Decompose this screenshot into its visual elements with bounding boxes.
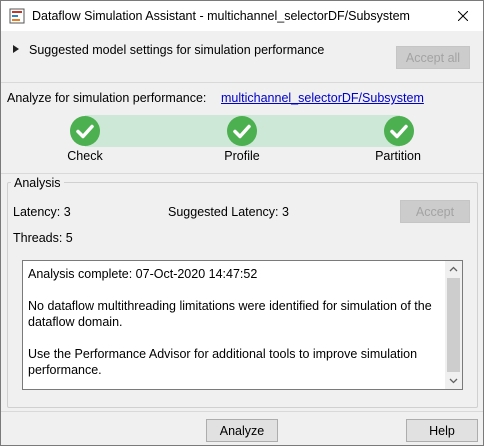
window-title: Dataflow Simulation Assistant - multicha…: [32, 9, 410, 23]
title-bar: Dataflow Simulation Assistant - multicha…: [1, 1, 483, 31]
close-icon: [458, 11, 468, 21]
analysis-message: Use the Performance Advisor for addition…: [28, 347, 418, 377]
latency-value: Latency: 3: [13, 205, 71, 219]
step-label-check: Check: [67, 149, 103, 163]
scroll-down-icon[interactable]: [449, 376, 458, 385]
partition-step-icon: [384, 116, 414, 146]
vertical-scrollbar[interactable]: [445, 261, 462, 389]
analyze-button[interactable]: Analyze: [206, 419, 278, 442]
subsystem-link[interactable]: multichannel_selectorDF/Subsystem: [221, 91, 424, 105]
analyze-label: Analyze for simulation performance:: [7, 91, 207, 105]
threads-value: Threads: 5: [13, 231, 73, 245]
step-label-partition: Partition: [375, 149, 421, 163]
matlab-app-icon: [9, 8, 25, 24]
check-step-icon: [70, 116, 100, 146]
expand-arrow-icon[interactable]: [13, 45, 19, 53]
divider: [1, 173, 483, 174]
divider: [1, 82, 483, 83]
analysis-message: Analysis complete: 07-Oct-2020 14:47:52: [28, 267, 258, 281]
analysis-message: No dataflow multithreading limitations w…: [28, 299, 432, 329]
scroll-up-icon[interactable]: [449, 265, 458, 274]
accept-all-button[interactable]: Accept all: [396, 46, 470, 69]
dialog-window: Dataflow Simulation Assistant - multicha…: [0, 0, 484, 446]
scroll-thumb[interactable]: [447, 278, 460, 372]
profile-step-icon: [227, 116, 257, 146]
help-button[interactable]: Help: [406, 419, 478, 442]
step-label-profile: Profile: [224, 149, 260, 163]
divider: [1, 411, 483, 412]
suggested-latency-value: Suggested Latency: 3: [168, 205, 289, 219]
analysis-results-textbox[interactable]: Analysis complete: 07-Oct-2020 14:47:52 …: [22, 260, 463, 390]
accept-button[interactable]: Accept: [400, 200, 470, 223]
close-button[interactable]: [443, 1, 483, 31]
analysis-results-text: Analysis complete: 07-Oct-2020 14:47:52 …: [28, 266, 446, 394]
analysis-group-title: Analysis: [11, 176, 64, 190]
settings-label: Suggested model settings for simulation …: [29, 43, 325, 57]
